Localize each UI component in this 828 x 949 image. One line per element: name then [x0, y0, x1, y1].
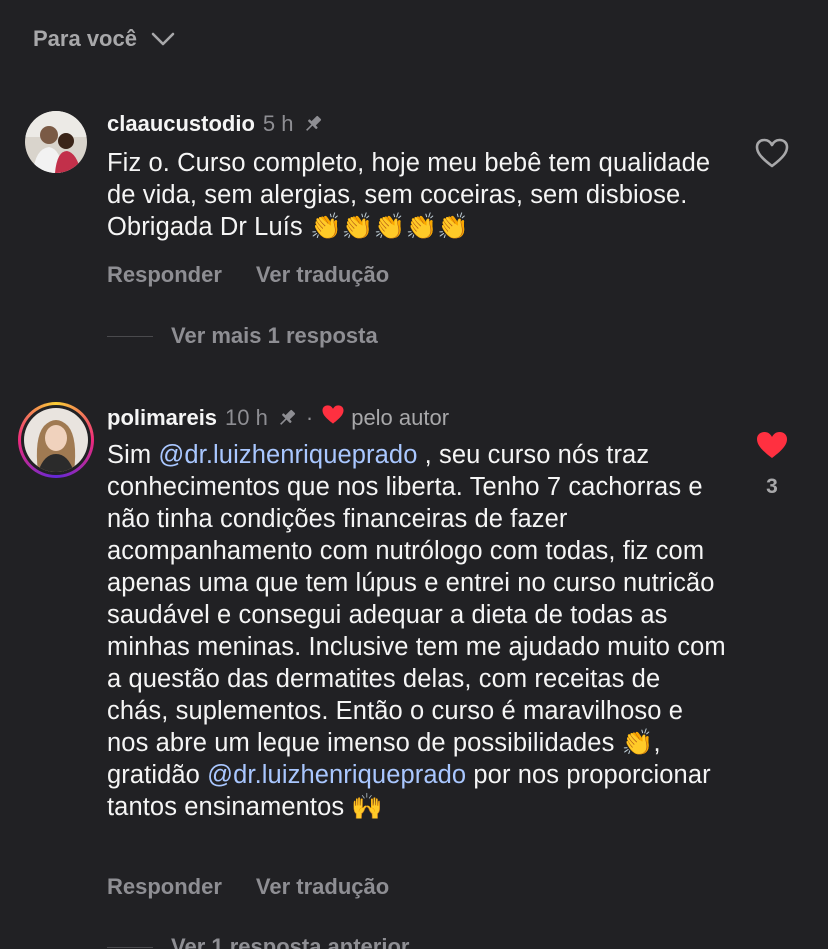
reply-button[interactable]: Responder — [107, 874, 222, 900]
comment-actions: Responder Ver tradução — [107, 262, 389, 288]
heart-filled-icon — [755, 430, 789, 465]
comment-meta: claaucustodio 5 h — [107, 111, 324, 137]
replies-divider — [107, 946, 153, 948]
feed-filter-dropdown[interactable]: Para você — [33, 26, 175, 52]
comment-time: 5 h — [262, 111, 294, 136]
view-previous-replies-label: Ver 1 resposta anterior — [171, 934, 410, 949]
mention-link[interactable]: @dr.luizhenriqueprado — [158, 441, 417, 469]
heart-filled-icon — [321, 404, 345, 431]
reply-button[interactable]: Responder — [107, 262, 222, 288]
like-button[interactable] — [752, 138, 792, 173]
pin-icon — [302, 113, 324, 135]
replies-divider — [107, 335, 153, 337]
comment-actions: Responder Ver tradução — [107, 874, 389, 900]
view-previous-replies-button[interactable]: Ver 1 resposta anterior — [107, 934, 409, 949]
comment-meta: polimareis 10 h · pelo autor — [107, 404, 449, 431]
like-count: 3 — [766, 475, 778, 498]
avatar — [24, 408, 88, 472]
heart-outline-icon — [755, 138, 789, 173]
feed-filter-label: Para você — [33, 26, 137, 51]
avatar[interactable] — [25, 111, 87, 173]
view-more-replies-label: Ver mais 1 resposta — [171, 323, 378, 348]
comment-text: Fiz o. Curso completo, hoje meu bebê tem… — [107, 149, 711, 241]
like-button[interactable]: 3 — [752, 430, 792, 499]
liked-by-author-label: pelo autor — [351, 404, 450, 430]
mention-link[interactable]: @dr.luizhenriqueprado — [207, 761, 466, 789]
chevron-down-icon — [151, 32, 175, 46]
see-translation-button[interactable]: Ver tradução — [256, 262, 389, 288]
comment-text-part: Sim — [107, 441, 159, 469]
liked-by-author-badge: pelo autor — [321, 404, 449, 431]
pin-icon — [276, 407, 298, 429]
username[interactable]: polimareis — [107, 405, 217, 431]
username[interactable]: claaucustodio — [107, 111, 255, 137]
avatar-story-ring[interactable] — [18, 402, 94, 478]
view-more-replies-button[interactable]: Ver mais 1 resposta — [107, 323, 378, 349]
comment-text: Sim @dr.luizhenriqueprado , seu curso nó… — [107, 439, 727, 823]
comment-time: 10 h — [225, 404, 268, 430]
meta-separator: · — [305, 404, 314, 430]
see-translation-button[interactable]: Ver tradução — [256, 874, 389, 900]
comment-text-part: , seu curso nós traz conhecimentos que n… — [107, 441, 726, 789]
